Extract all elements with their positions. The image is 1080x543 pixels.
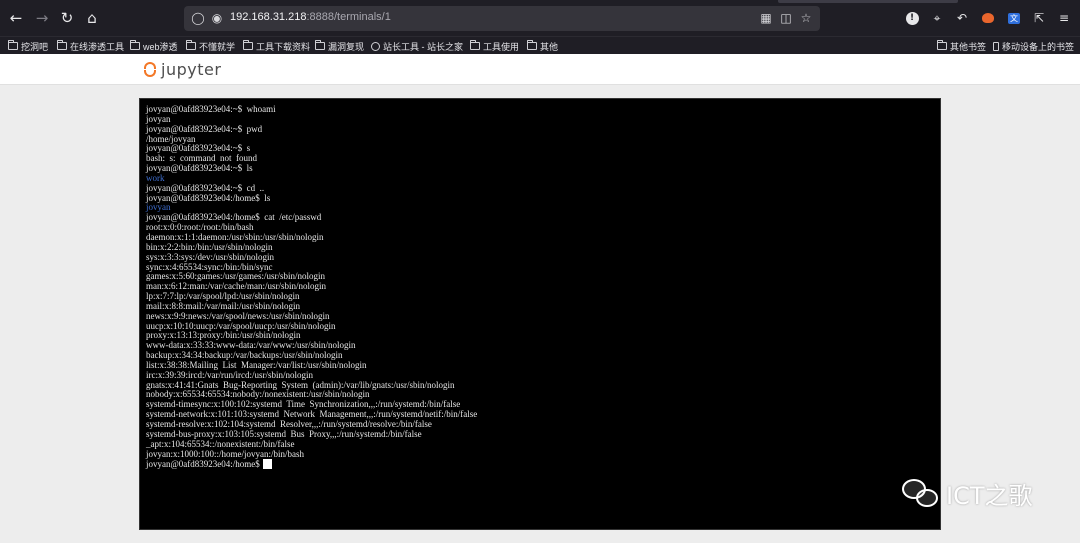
url-text[interactable]: 192.168.31.218:8888/terminals/1 — [230, 11, 391, 23]
crop-icon[interactable]: ⌖ — [927, 8, 947, 28]
bookmark-folder[interactable]: 在线渗透工具 — [57, 39, 124, 53]
terminal-prompt: jovyan@0afd83923e04:/home$ — [146, 459, 260, 470]
folder-icon — [8, 40, 18, 50]
translate-ext-icon[interactable]: 文 — [1004, 8, 1024, 28]
bookmark-label: 站长工具 - 站长之家 — [383, 41, 463, 52]
folder-icon — [186, 40, 196, 50]
terminal-line: jovyan@0afd83923e04:~$ pwd — [146, 123, 263, 134]
terminal-line: jovyan@0afd83923e04:~$ s — [146, 143, 251, 154]
bookmark-folder[interactable]: 工具下载资料 — [243, 39, 310, 53]
bookmark-label: 其他书签 — [950, 41, 987, 52]
folder-icon — [937, 40, 947, 50]
terminal-cursor — [262, 459, 272, 470]
reload-icon[interactable]: ↻ — [57, 8, 77, 28]
terminal-prompt-line[interactable]: jovyan@0afd83923e04:/home$ — [146, 459, 936, 470]
share-icon[interactable]: ⇱ — [1029, 8, 1049, 28]
watermark: ICT之歌 — [900, 473, 1033, 513]
folder-icon — [315, 40, 325, 50]
terminal-line: jovyan@0afd83923e04:/home$ cat /etc/pass… — [146, 212, 322, 223]
back-icon[interactable]: ← — [6, 8, 26, 28]
jupyter-logo-text: jupyter — [161, 59, 222, 79]
bookmark-label: 挖洞吧 — [21, 41, 49, 52]
bookmark-link[interactable]: 站长工具 - 站长之家 — [371, 39, 463, 53]
browser-window: ← → ↻ ⌂ ◯ ◉ 192.168.31.218:8888/terminal… — [0, 0, 1080, 543]
fox-icon[interactable] — [978, 8, 998, 28]
terminal-output: jovyan@0afd83923e04:~$ whoami jovyan jovya… — [146, 104, 936, 470]
tab-strip-edge — [778, 0, 958, 3]
bookmark-label: 工具下载资料 — [256, 41, 311, 52]
bookmark-folder[interactable]: 漏洞复现 — [315, 39, 364, 53]
url-host: 192.168.31.218 — [230, 11, 307, 23]
menu-icon[interactable]: ≡ — [1054, 8, 1074, 28]
bookmark-folder[interactable]: 工具使用 — [470, 39, 519, 53]
terminal-line: /home/jovyan — [146, 133, 196, 144]
folder-icon — [243, 40, 253, 50]
terminal-line: jovyan@0afd83923e04:~$ ls — [146, 163, 253, 174]
url-path: :8888/terminals/1 — [306, 11, 391, 23]
bookmark-label: 漏洞复现 — [328, 41, 365, 52]
other-bookmarks[interactable]: 其他书签 — [937, 39, 986, 53]
watermark-text: ICT之歌 — [946, 481, 1033, 510]
info-icon[interactable]: ! — [902, 8, 922, 28]
translate-icon[interactable]: ◫ — [778, 10, 794, 26]
undo-icon[interactable]: ↶ — [952, 8, 972, 28]
navigation-toolbar: ← → ↻ ⌂ ◯ ◉ 192.168.31.218:8888/terminal… — [0, 0, 1080, 36]
jupyter-header: jupyter — [0, 54, 1080, 85]
jupyter-logo-icon — [143, 60, 157, 78]
mobile-bookmarks[interactable]: 移动设备上的书签 — [993, 39, 1074, 53]
wechat-logo-icon — [900, 475, 940, 511]
bookmark-folder[interactable]: 挖洞吧 — [8, 39, 48, 53]
jupyter-logo[interactable]: jupyter — [143, 58, 221, 80]
bookmark-label: 工具使用 — [483, 41, 520, 52]
terminal-line: jovyan — [146, 113, 171, 124]
tracking-shield-icon[interactable]: ◯ — [190, 10, 206, 26]
folder-icon — [130, 40, 140, 50]
terminal-line: work — [146, 172, 165, 183]
folder-icon — [470, 40, 480, 50]
bookmark-folder[interactable]: 其他 — [527, 39, 558, 53]
lock-icon[interactable]: ◉ — [209, 10, 225, 26]
terminal-line: bash: s: command not found — [146, 153, 257, 164]
bookmarks-toolbar: 挖洞吧 在线渗透工具 web渗透 不懂就学 工具下载资料 漏洞复现 站长工具 -… — [0, 36, 1080, 54]
folder-icon — [57, 40, 67, 50]
terminal-line: jovyan@0afd83923e04:~$ whoami — [146, 104, 276, 114]
mobile-icon — [993, 41, 999, 51]
home-icon[interactable]: ⌂ — [82, 8, 102, 28]
terminal-line: jovyan@0afd83923e04:/home$ ls — [146, 192, 271, 203]
terminal-line: jovyan:x:1000:100::/home/jovyan:/bin/bas… — [146, 448, 304, 459]
folder-icon — [527, 40, 537, 50]
forward-icon[interactable]: → — [32, 8, 52, 28]
bookmark-folder[interactable]: web渗透 — [130, 39, 178, 53]
address-bar[interactable]: ◯ ◉ 192.168.31.218:8888/terminals/1 ▦ ◫ … — [184, 6, 820, 31]
bookmark-label: 其他 — [540, 41, 559, 52]
terminal-panel[interactable]: jovyan@0afd83923e04:~$ whoami jovyan jovya… — [139, 98, 941, 530]
bookmark-folder[interactable]: 不懂就学 — [186, 39, 235, 53]
qr-code-icon[interactable]: ▦ — [758, 10, 774, 26]
bookmark-label: 不懂就学 — [199, 41, 236, 52]
bookmark-label: 在线渗透工具 — [70, 41, 125, 52]
bookmark-star-icon[interactable]: ☆ — [798, 10, 814, 26]
bookmark-label: 移动设备上的书签 — [1002, 41, 1075, 52]
bookmark-label: web渗透 — [143, 41, 178, 52]
globe-icon — [371, 41, 380, 51]
